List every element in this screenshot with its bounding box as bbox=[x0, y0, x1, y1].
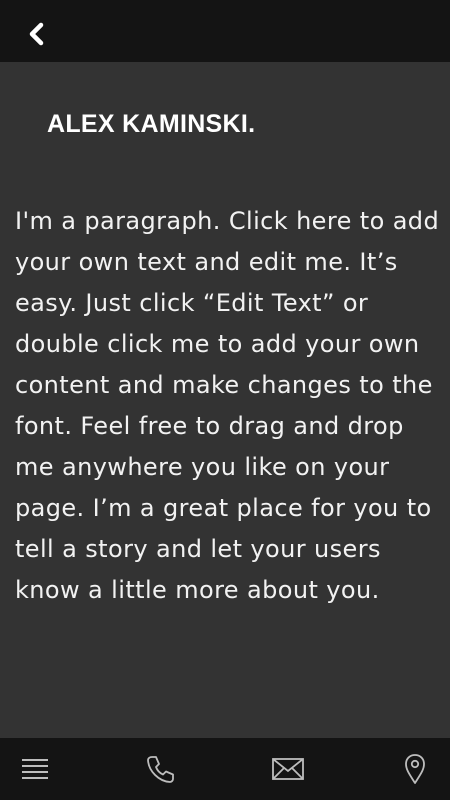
menu-button[interactable] bbox=[17, 752, 53, 786]
mail-icon bbox=[272, 758, 304, 780]
back-button[interactable] bbox=[22, 19, 52, 49]
location-pin-icon bbox=[405, 754, 425, 784]
phone-button[interactable] bbox=[142, 752, 178, 786]
chevron-left-icon bbox=[29, 22, 44, 46]
mail-button[interactable] bbox=[270, 752, 306, 786]
page-title: ALEX KAMINSKI. bbox=[47, 110, 256, 138]
top-bar bbox=[0, 0, 450, 62]
location-button[interactable] bbox=[397, 752, 433, 786]
phone-icon bbox=[147, 756, 174, 783]
body-paragraph: I'm a paragraph. Click here to add your … bbox=[15, 207, 440, 604]
content-area: ALEX KAMINSKI. I'm a paragraph. Click he… bbox=[0, 62, 450, 738]
bottom-nav bbox=[0, 738, 450, 800]
app-screen: ALEX KAMINSKI. I'm a paragraph. Click he… bbox=[0, 0, 450, 800]
menu-icon bbox=[22, 759, 48, 779]
